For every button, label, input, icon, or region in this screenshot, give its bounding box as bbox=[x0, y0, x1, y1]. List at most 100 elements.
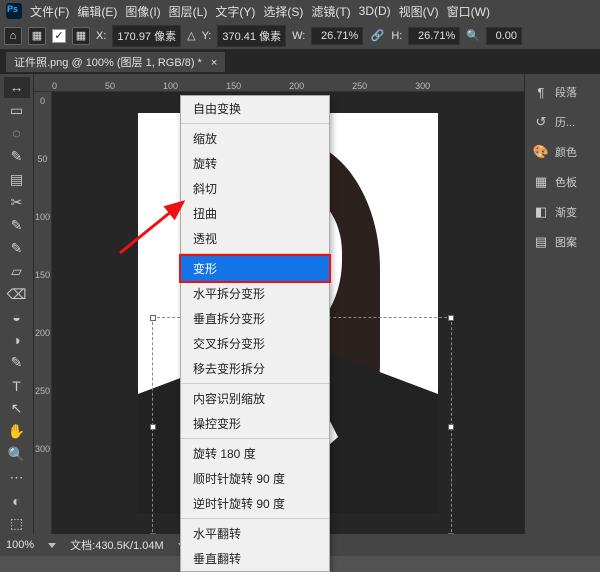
link-wh-icon[interactable]: 🔗 bbox=[369, 28, 385, 44]
context-menu-item[interactable]: 逆时针旋转 90 度 bbox=[181, 491, 329, 516]
menu-image[interactable]: 图像(I) bbox=[125, 3, 160, 20]
foreground-background-colors[interactable]: ◐ bbox=[4, 490, 30, 511]
menu-edit[interactable]: 编辑(E) bbox=[77, 3, 117, 20]
ruler-v-tick: 300 bbox=[35, 444, 50, 454]
context-menu-item[interactable]: 水平翻转 bbox=[181, 521, 329, 546]
h-value-field[interactable]: 26.71% bbox=[408, 27, 460, 45]
context-menu-item[interactable]: 操控变形 bbox=[181, 411, 329, 436]
ruler-v-tick: 50 bbox=[37, 154, 47, 164]
ruler-h-tick: 50 bbox=[105, 81, 115, 91]
tool-hand[interactable]: ✋ bbox=[4, 421, 30, 442]
delta-icon[interactable]: △ bbox=[187, 29, 195, 42]
history-icon: ↺ bbox=[533, 114, 549, 130]
context-menu-separator bbox=[181, 123, 329, 124]
tool-eyedropper[interactable]: ✎ bbox=[4, 215, 30, 236]
reference-point-checkbox[interactable]: ✓ bbox=[52, 29, 66, 43]
panel-label: 段落 bbox=[555, 84, 577, 100]
tool-wand[interactable]: ✎ bbox=[4, 146, 30, 167]
menu-select[interactable]: 选择(S) bbox=[263, 3, 303, 20]
app-logo bbox=[6, 3, 22, 19]
tool-path[interactable]: ↖ bbox=[4, 398, 30, 419]
panel-swatches[interactable]: ▦色板 bbox=[529, 170, 596, 194]
panel-paragraph[interactable]: ¶段落 bbox=[529, 80, 596, 104]
close-tab-icon[interactable]: × bbox=[211, 57, 217, 69]
tool-slice[interactable]: ✂ bbox=[4, 192, 30, 213]
tool-crop[interactable]: ▤ bbox=[4, 169, 30, 190]
panels-dock: ¶段落 ↺ 历... 🎨颜色 ▦色板 ◧渐变 ▤图案 bbox=[524, 74, 600, 534]
tool-lasso[interactable]: ◌ bbox=[4, 123, 30, 144]
ruler-v-tick: 0 bbox=[40, 96, 45, 106]
context-menu-item[interactable]: 旋转 bbox=[181, 151, 329, 176]
tool-zoom[interactable]: 🔍 bbox=[4, 444, 30, 465]
tool-stamp[interactable]: ▱ bbox=[4, 261, 30, 282]
tool-gradient[interactable]: ◒ bbox=[4, 307, 30, 328]
document-tab-label: 证件照.png @ 100% (图层 1, RGB/8) * bbox=[14, 57, 202, 69]
panel-history[interactable]: ↺ 历... bbox=[529, 110, 596, 134]
zoom-level[interactable]: 100% bbox=[6, 539, 34, 551]
context-menu-item[interactable]: 顺时针旋转 90 度 bbox=[181, 466, 329, 491]
search-icon[interactable]: 🔍 bbox=[466, 29, 480, 42]
options-bar: ⌂ ▦ ✓ ▦ X: 170.97 像素 △ Y: 370.41 像素 W: 2… bbox=[0, 22, 600, 50]
context-menu-item[interactable]: 斜切 bbox=[181, 176, 329, 201]
gradient-icon: ◧ bbox=[533, 204, 549, 220]
menu-view[interactable]: 视图(V) bbox=[399, 3, 439, 20]
menu-layer[interactable]: 图层(L) bbox=[169, 3, 208, 20]
context-menu-item[interactable]: 移去变形拆分 bbox=[181, 356, 329, 381]
tool-brush[interactable]: ✎ bbox=[4, 238, 30, 259]
document-tab-bar: 证件照.png @ 100% (图层 1, RGB/8) * × bbox=[0, 50, 600, 74]
angle-field[interactable]: 0.00 bbox=[486, 27, 522, 45]
ruler-h-tick: 0 bbox=[52, 81, 57, 91]
tool-pen[interactable]: ✎ bbox=[4, 352, 30, 373]
panel-label: 历... bbox=[555, 114, 575, 130]
menu-file[interactable]: 文件(F) bbox=[30, 3, 69, 20]
menu-type[interactable]: 文字(Y) bbox=[215, 3, 255, 20]
tool-eraser[interactable]: ⌫ bbox=[4, 284, 30, 305]
context-menu-item[interactable]: 垂直翻转 bbox=[181, 546, 329, 571]
menu-window[interactable]: 窗口(W) bbox=[447, 3, 490, 20]
tool-marquee[interactable]: ▭ bbox=[4, 100, 30, 121]
tool-more[interactable]: ⋯ bbox=[4, 467, 30, 488]
context-menu-item[interactable]: 旋转 180 度 bbox=[181, 441, 329, 466]
tool-move[interactable]: ↔ bbox=[4, 77, 30, 98]
context-menu-item[interactable]: 垂直拆分变形 bbox=[181, 306, 329, 331]
ruler-horizontal: 0 50 100 150 200 250 300 bbox=[34, 74, 524, 92]
context-menu-item[interactable]: 交叉拆分变形 bbox=[181, 331, 329, 356]
context-menu-separator bbox=[181, 518, 329, 519]
y-label: Y: bbox=[202, 30, 212, 42]
context-menu-item[interactable]: 扭曲 bbox=[181, 201, 329, 226]
reference-point-grid-icon[interactable]: ▦ bbox=[72, 27, 90, 45]
context-menu-item-warp[interactable]: 变形 bbox=[181, 256, 329, 281]
color-icon: 🎨 bbox=[533, 144, 549, 160]
ruler-vertical: 0 50 100 150 200 250 300 bbox=[34, 92, 52, 534]
context-menu-item[interactable]: 缩放 bbox=[181, 126, 329, 151]
transform-thumb-icon[interactable]: ▦ bbox=[28, 27, 46, 45]
context-menu-separator bbox=[181, 438, 329, 439]
context-menu-item[interactable]: 内容识别缩放 bbox=[181, 386, 329, 411]
w-label: W: bbox=[292, 30, 305, 42]
doc-size: 文档:430.5K/1.04M bbox=[70, 537, 164, 553]
x-label: X: bbox=[96, 30, 106, 42]
document-tab[interactable]: 证件照.png @ 100% (图层 1, RGB/8) * × bbox=[6, 52, 225, 72]
context-menu-item[interactable]: 透视 bbox=[181, 226, 329, 251]
y-value-field[interactable]: 370.41 像素 bbox=[217, 25, 286, 47]
zoom-dropdown-icon[interactable] bbox=[48, 543, 56, 548]
context-menu-item[interactable]: 自由变换 bbox=[181, 96, 329, 121]
w-value-field[interactable]: 26.71% bbox=[311, 27, 363, 45]
ruler-h-tick: 100 bbox=[163, 81, 178, 91]
quickmask-icon[interactable]: ⬚ bbox=[4, 513, 30, 534]
x-value-field[interactable]: 170.97 像素 bbox=[112, 25, 181, 47]
panel-color[interactable]: 🎨颜色 bbox=[529, 140, 596, 164]
menu-3d[interactable]: 3D(D) bbox=[359, 4, 391, 18]
menu-filter[interactable]: 滤镜(T) bbox=[311, 3, 350, 20]
ruler-v-tick: 150 bbox=[35, 270, 50, 280]
ruler-v-tick: 100 bbox=[35, 212, 50, 222]
context-menu-separator bbox=[181, 253, 329, 254]
home-icon[interactable]: ⌂ bbox=[4, 27, 22, 45]
tool-dodge[interactable]: ◑ bbox=[4, 329, 30, 350]
panel-gradient[interactable]: ◧渐变 bbox=[529, 200, 596, 224]
transform-context-menu: 自由变换缩放旋转斜切扭曲透视变形水平拆分变形垂直拆分变形交叉拆分变形移去变形拆分… bbox=[180, 95, 330, 572]
tool-type[interactable]: T bbox=[4, 375, 30, 396]
panel-pattern[interactable]: ▤图案 bbox=[529, 230, 596, 254]
context-menu-item[interactable]: 水平拆分变形 bbox=[181, 281, 329, 306]
pattern-icon: ▤ bbox=[533, 234, 549, 250]
